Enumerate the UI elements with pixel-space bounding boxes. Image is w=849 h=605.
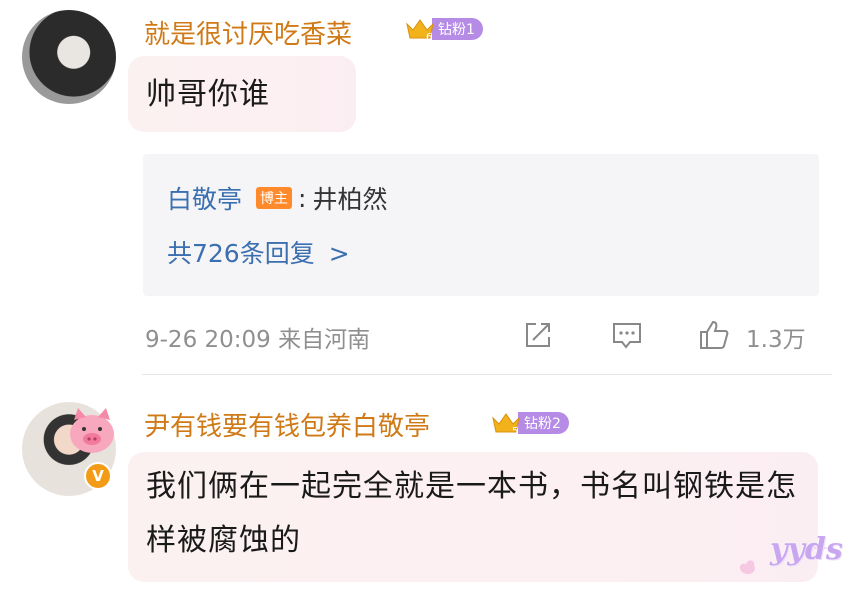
verified-badge: V: [84, 462, 112, 490]
svg-text:6: 6: [426, 32, 432, 42]
comment-text: 我们俩在一起完全就是一本书，书名叫钢铁是怎样被腐蚀的: [146, 469, 797, 558]
crown-icon: 5: [490, 410, 522, 437]
crown-icon: 6: [404, 16, 436, 43]
comment-username[interactable]: 尹有钱要有钱包养白敬亭: [144, 406, 430, 443]
pig-sticker-icon: [62, 404, 120, 458]
share-icon[interactable]: [521, 318, 555, 352]
reply-count-text: 共726条回复: [167, 239, 315, 268]
comment-text: 帅哥你谁: [146, 77, 270, 112]
avatar[interactable]: [22, 10, 116, 104]
chevron-right-icon: >: [328, 239, 350, 268]
reply-preview[interactable]: 白敬亭 博主 : 井柏然: [167, 180, 387, 216]
reply-author[interactable]: 白敬亭: [167, 180, 242, 216]
badge-label: 钻粉2: [518, 412, 569, 434]
fan-badge[interactable]: 6 钻粉1: [404, 16, 483, 43]
reply-box[interactable]: [143, 154, 819, 296]
reply-text: 井柏然: [312, 185, 388, 214]
divider: [142, 374, 832, 375]
yyds-sticker-text: yyds: [770, 532, 843, 567]
comment-username[interactable]: 就是很讨厌吃香菜: [144, 14, 352, 51]
thumbs-up-icon[interactable]: [697, 318, 731, 352]
reply-separator: :: [298, 183, 307, 213]
svg-text:5: 5: [512, 426, 518, 436]
comment-meta: 9-26 20:09 来自河南: [145, 327, 371, 353]
badge-label: 钻粉1: [432, 18, 483, 40]
blogger-tag: 博主: [256, 187, 293, 209]
view-replies-link[interactable]: 共726条回复 >: [167, 234, 350, 270]
like-count: 1.3万: [746, 327, 806, 353]
comment-icon[interactable]: [610, 318, 644, 352]
fan-badge[interactable]: 5 钻粉2: [490, 410, 569, 437]
